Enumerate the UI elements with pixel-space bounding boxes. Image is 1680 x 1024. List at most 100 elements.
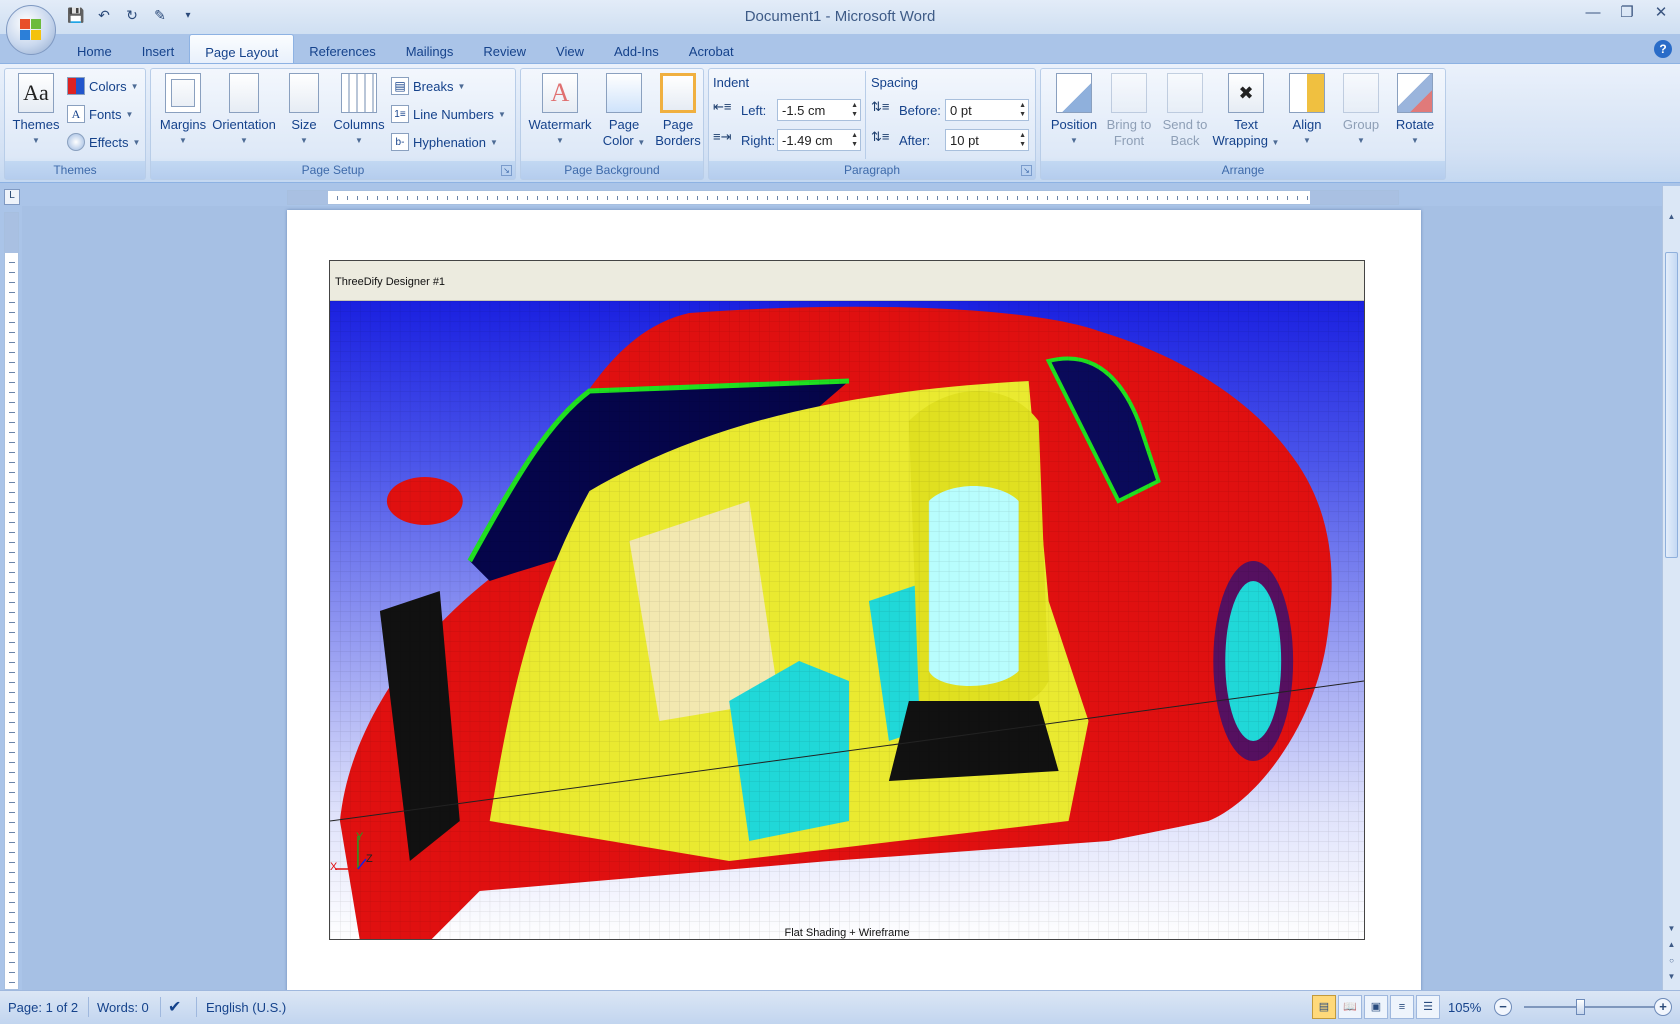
zoom-slider[interactable] bbox=[1524, 1006, 1654, 1008]
indent-left-icon: ⇤≡ bbox=[713, 99, 732, 114]
bring-to-front-button[interactable]: Bring to Front bbox=[1101, 73, 1157, 149]
title-bar: Document1 - Microsoft Word 💾 ↶ ↻ ✎ ▾ — ❐… bbox=[0, 0, 1680, 34]
paragraph-launcher-icon[interactable]: ↘ bbox=[1021, 165, 1032, 176]
embedded-screenshot[interactable]: ThreeDify Designer #1 Y Z X Flat Shading… bbox=[329, 260, 1365, 940]
tab-mailings[interactable]: Mailings bbox=[391, 34, 469, 64]
indent-right-label: Right: bbox=[741, 133, 775, 148]
zoom-in-icon[interactable]: + bbox=[1654, 998, 1672, 1016]
redo-icon[interactable]: ↻ bbox=[122, 5, 142, 25]
effects-button[interactable]: Effects ▼ bbox=[67, 131, 140, 153]
fonts-button[interactable]: A Fonts ▼ bbox=[67, 103, 133, 125]
zoom-slider-knob[interactable] bbox=[1576, 999, 1585, 1015]
vertical-ruler[interactable] bbox=[4, 212, 19, 990]
help-icon[interactable]: ? bbox=[1654, 40, 1672, 58]
page-setup-group-label: Page Setup bbox=[151, 161, 515, 179]
page-setup-launcher-icon[interactable]: ↘ bbox=[501, 165, 512, 176]
themes-button[interactable]: Aa Themes ▼ bbox=[7, 73, 65, 149]
horizontal-ruler[interactable] bbox=[287, 190, 1399, 205]
margins-icon bbox=[165, 73, 201, 113]
axis-y-label: Y bbox=[356, 831, 364, 843]
vertical-scrollbar[interactable]: ▲ ▼ ▲ ○ ▼ bbox=[1662, 186, 1680, 990]
tab-add-ins[interactable]: Add-Ins bbox=[599, 34, 674, 64]
office-button[interactable] bbox=[6, 5, 56, 55]
render-caption: Flat Shading + Wireframe bbox=[784, 927, 910, 939]
rotate-icon bbox=[1397, 73, 1433, 113]
spacing-before-label: Before: bbox=[899, 103, 941, 118]
columns-icon bbox=[341, 73, 377, 113]
save-icon[interactable]: 💾 bbox=[66, 5, 86, 25]
rotate-button[interactable]: Rotate ▼ bbox=[1387, 73, 1443, 149]
word-count[interactable]: Words: 0 bbox=[97, 1000, 149, 1015]
fonts-icon: A bbox=[67, 105, 85, 123]
spinner-arrows-icon[interactable]: ▲ ▼ bbox=[1019, 101, 1026, 119]
page-count[interactable]: Page: 1 of 2 bbox=[8, 1000, 78, 1015]
colors-button[interactable]: Colors ▼ bbox=[67, 75, 139, 97]
zoom-out-icon[interactable]: − bbox=[1494, 998, 1512, 1016]
page-color-button[interactable]: Page Color ▼ bbox=[597, 73, 651, 151]
page-borders-button[interactable]: Page Borders bbox=[651, 73, 705, 149]
browse-object-icon[interactable]: ○ bbox=[1665, 956, 1678, 970]
orientation-button[interactable]: Orientation ▼ bbox=[211, 73, 277, 149]
view-buttons: ▤ 📖 ▣ ≡ ☰ bbox=[1312, 995, 1440, 1019]
qat-dropdown-icon[interactable]: ▾ bbox=[178, 5, 198, 25]
restore-icon[interactable]: ❐ bbox=[1616, 2, 1638, 24]
previous-page-icon[interactable]: ▲ bbox=[1665, 940, 1678, 954]
send-to-back-button[interactable]: Send to Back bbox=[1157, 73, 1213, 149]
next-page-icon[interactable]: ▼ bbox=[1665, 972, 1678, 986]
line-numbers-button[interactable]: 1≡ Line Numbers ▼ bbox=[391, 103, 506, 125]
proofing-icon[interactable]: ✔ bbox=[168, 997, 181, 1017]
columns-button[interactable]: Columns ▼ bbox=[331, 73, 387, 149]
spacing-after-field[interactable]: 10 pt ▲ ▼ bbox=[945, 129, 1029, 151]
spinner-arrows-icon[interactable]: ▲ ▼ bbox=[851, 101, 858, 119]
web-layout-icon[interactable]: ▣ bbox=[1364, 995, 1388, 1019]
spinner-arrows-icon[interactable]: ▲ ▼ bbox=[851, 131, 858, 149]
indent-right-icon: ≡⇥ bbox=[713, 129, 732, 144]
position-button[interactable]: Position ▼ bbox=[1045, 73, 1103, 149]
full-screen-reading-icon[interactable]: 📖 bbox=[1338, 995, 1362, 1019]
tab-references[interactable]: References bbox=[294, 34, 390, 64]
effects-icon bbox=[67, 133, 85, 151]
breaks-button[interactable]: ▤ Breaks ▼ bbox=[391, 75, 465, 97]
tab-home[interactable]: Home bbox=[62, 34, 127, 64]
undo-icon[interactable]: ↶ bbox=[94, 5, 114, 25]
spinner-arrows-icon[interactable]: ▲ ▼ bbox=[1019, 131, 1026, 149]
close-icon[interactable]: ✕ bbox=[1650, 2, 1672, 24]
text-wrapping-button[interactable]: ✖ Text Wrapping ▼ bbox=[1211, 73, 1281, 151]
scroll-down-icon[interactable]: ▼ bbox=[1665, 924, 1678, 938]
scroll-up-icon[interactable]: ▲ bbox=[1665, 212, 1678, 226]
print-layout-icon[interactable]: ▤ bbox=[1312, 995, 1336, 1019]
indent-right-field[interactable]: -1.49 cm ▲ ▼ bbox=[777, 129, 861, 151]
outline-icon[interactable]: ≡ bbox=[1390, 995, 1414, 1019]
spacing-before-field[interactable]: 0 pt ▲ ▼ bbox=[945, 99, 1029, 121]
tab-acrobat[interactable]: Acrobat bbox=[674, 34, 749, 64]
zoom-level[interactable]: 105% bbox=[1448, 1000, 1481, 1015]
language-indicator[interactable]: English (U.S.) bbox=[206, 1000, 286, 1015]
spacing-title: Spacing bbox=[871, 75, 918, 90]
customize-icon[interactable]: ✎ bbox=[150, 5, 170, 25]
office-button-icon bbox=[20, 19, 42, 41]
hyphenation-icon: b- bbox=[391, 133, 409, 151]
send-to-back-icon bbox=[1167, 73, 1203, 113]
align-button[interactable]: Align ▼ bbox=[1279, 73, 1335, 149]
group-button[interactable]: Group ▼ bbox=[1333, 73, 1389, 149]
tab-page-layout[interactable]: Page Layout bbox=[189, 34, 295, 64]
size-icon bbox=[289, 73, 319, 113]
hyphenation-button[interactable]: b- Hyphenation ▼ bbox=[391, 131, 498, 153]
tab-review[interactable]: Review bbox=[468, 34, 541, 64]
paragraph-group: Indent ⇤≡ Left: -1.5 cm ▲ ▼ ≡⇥ Right: -1.4… bbox=[708, 68, 1036, 180]
minimize-icon[interactable]: — bbox=[1582, 2, 1604, 24]
tab-selector[interactable]: L bbox=[4, 189, 20, 205]
breaks-icon: ▤ bbox=[391, 77, 409, 95]
draft-icon[interactable]: ☰ bbox=[1416, 995, 1440, 1019]
tab-view[interactable]: View bbox=[541, 34, 599, 64]
margins-button[interactable]: Margins ▼ bbox=[155, 73, 211, 149]
watermark-button[interactable]: A Watermark ▼ bbox=[525, 73, 595, 149]
indent-left-field[interactable]: -1.5 cm ▲ ▼ bbox=[777, 99, 861, 121]
document-page[interactable]: ThreeDify Designer #1 Y Z X Flat Shading… bbox=[287, 210, 1421, 990]
scrollbar-thumb[interactable] bbox=[1665, 252, 1678, 558]
size-button[interactable]: Size ▼ bbox=[279, 73, 329, 149]
tab-insert[interactable]: Insert bbox=[127, 34, 190, 64]
page-background-group-label: Page Background bbox=[521, 161, 703, 179]
page-color-icon bbox=[606, 73, 642, 113]
indent-left-label: Left: bbox=[741, 103, 767, 118]
